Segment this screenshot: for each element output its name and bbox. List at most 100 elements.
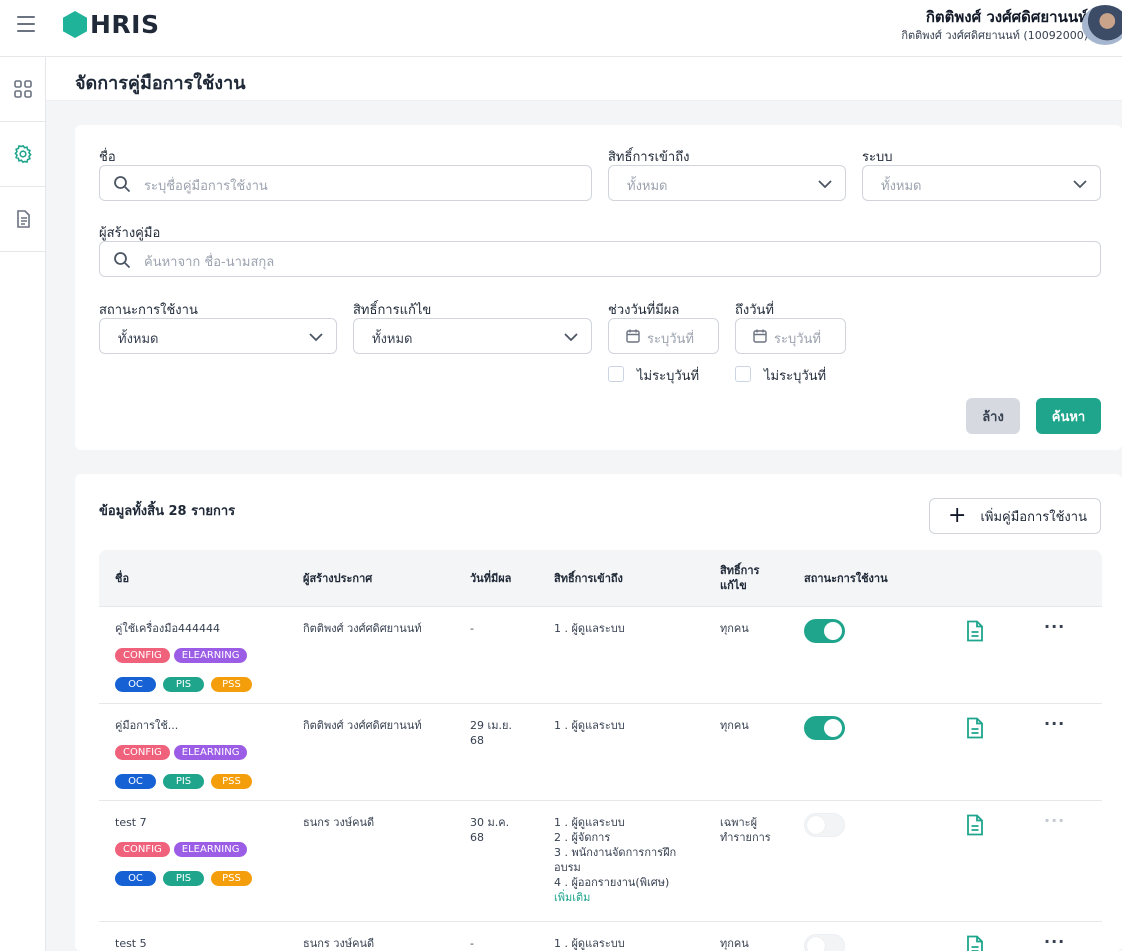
chevron-down-icon <box>1073 180 1087 189</box>
tag-pis: PIS <box>163 774 204 789</box>
row-creator: กิตติพงศ์ วงศ์ศดิศยานนท์ <box>303 719 422 732</box>
page-title: จัดการคู่มือการใช้งาน <box>75 73 246 94</box>
no-date-from-checkbox[interactable] <box>608 366 624 382</box>
date-to-input[interactable]: ระบุวันที่ <box>735 318 846 354</box>
table-row: test 7 CONFIG ELEARNING OC PIS PSS ธนกร วงษ… <box>99 801 1102 922</box>
more-options-icon[interactable]: ··· <box>1044 617 1065 636</box>
tag-elearning: ELEARNING <box>173 842 248 857</box>
sidebar <box>0 57 46 951</box>
filter-panel: ชื่อ ระบุชื่อคู่มือการใช้งาน สิทธิ์การเข… <box>75 125 1122 450</box>
status-toggle[interactable] <box>804 716 845 740</box>
user-info[interactable]: กิตติพงศ์ วงศ์ศดิศยานนท์ กิตติพงศ์ วงศ์ศ… <box>901 6 1088 44</box>
col-effective-date: วันที่มีผล <box>470 572 512 585</box>
grid-icon <box>14 80 32 98</box>
status-toggle[interactable] <box>804 619 845 643</box>
table-header: ชื่อ ผู้สร้างประกาศ วันที่มีผล สิทธิ์การ… <box>99 550 1102 607</box>
status-label: สถานะการใช้งาน <box>99 303 198 318</box>
row-name[interactable]: คู่ใช้เครื่องมือ444444 <box>115 621 220 636</box>
tag-pis: PIS <box>163 677 204 692</box>
no-date-from-label: ไม่ระบุวันที่ <box>637 369 700 384</box>
col-access: สิทธิ์การเข้าถึง <box>554 572 623 585</box>
table-row: คู่มือการใช้... CONFIG ELEARNING OC PIS PSS… <box>99 704 1102 801</box>
document-icon[interactable] <box>966 935 984 951</box>
edit-line1: ทุกคน <box>720 622 749 635</box>
more-options-icon[interactable]: ··· <box>1044 714 1065 733</box>
sidebar-item-settings[interactable] <box>0 122 46 187</box>
calendar-icon <box>753 329 767 343</box>
access-item: 1 . ผู้ดูแลระบบ <box>554 622 625 635</box>
access-value: ทั้งหมด <box>627 179 668 194</box>
edit-line1: ทุกคน <box>720 719 749 732</box>
plus-icon: + <box>948 503 967 528</box>
status-value: ทั้งหมด <box>118 332 159 347</box>
name-label: ชื่อ <box>99 150 116 165</box>
date-from-input[interactable]: ระบุวันที่ <box>608 318 719 354</box>
system-label: ระบบ <box>862 150 893 165</box>
edit-line1: เฉพาะผู้ <box>720 816 758 829</box>
col-edit-line2: แก้ไข <box>720 579 747 592</box>
chevron-down-icon <box>818 180 832 189</box>
col-edit-line1: สิทธิ์การ <box>720 564 760 577</box>
document-icon[interactable] <box>966 814 984 836</box>
date-line2: 68 <box>470 734 484 747</box>
row-name[interactable]: คู่มือการใช้... <box>115 718 178 733</box>
document-icon[interactable] <box>966 620 984 642</box>
user-sub: กิตติพงศ์ วงศ์ศดิศยานนท์ (10092000) <box>901 29 1088 42</box>
chevron-down-icon <box>564 333 578 342</box>
document-icon <box>17 210 30 228</box>
tag-oc: OC <box>115 774 156 789</box>
row-name[interactable]: test 7 <box>115 815 147 830</box>
more-options-icon[interactable]: ··· <box>1044 811 1065 830</box>
document-icon[interactable] <box>966 717 984 739</box>
system-select[interactable]: ทั้งหมด <box>862 165 1101 201</box>
row-name[interactable]: test 5 <box>115 936 147 951</box>
date-to-label: ถึงวันที่ <box>735 303 774 318</box>
tag-oc: OC <box>115 677 156 692</box>
sidebar-item-dashboard[interactable] <box>0 57 46 122</box>
hris-logo[interactable]: HRIS <box>63 10 159 39</box>
sidebar-item-documents[interactable] <box>0 187 46 252</box>
tag-oc: OC <box>115 871 156 886</box>
more-options-icon[interactable]: ··· <box>1044 932 1065 951</box>
system-tags: CONFIG ELEARNING OC PIS PSS <box>115 740 275 798</box>
status-toggle[interactable] <box>804 813 845 837</box>
top-bar: HRIS กิตติพงศ์ วงศ์ศดิศยานนท์ กิตติพงศ์ … <box>0 0 1122 57</box>
manuals-table-panel: ข้อมูลทั้งสิ้น 28 รายการ + เพิ่มคู่มือกา… <box>75 474 1122 951</box>
show-more-link[interactable]: เพิ่มเติม <box>554 890 676 905</box>
access-item: 4 . ผู้ออกรายงาน(พิเศษ) <box>554 876 670 889</box>
page-header: จัดการคู่มือการใช้งาน <box>46 57 1122 101</box>
clear-button[interactable]: ล้าง <box>966 398 1020 434</box>
creator-search-input[interactable]: ค้นหาจาก ชื่อ-นามสกุล <box>99 241 1101 277</box>
logo-hexagon-icon <box>63 11 87 38</box>
tag-elearning: ELEARNING <box>173 745 248 760</box>
tag-pss: PSS <box>211 677 252 692</box>
creator-label: ผู้สร้างคู่มือ <box>99 226 161 241</box>
logo-text: HRIS <box>90 10 160 39</box>
hamburger-menu-icon[interactable] <box>17 16 35 32</box>
col-status: สถานะการใช้งาน <box>804 572 888 585</box>
calendar-icon <box>626 329 640 343</box>
date-from-label: ช่วงวันที่มีผล <box>608 303 680 318</box>
row-access: 1 . ผู้ดูแลระบบ <box>554 718 625 733</box>
add-manual-button[interactable]: + เพิ่มคู่มือการใช้งาน <box>929 498 1101 534</box>
edit-permission-label: สิทธิ์การแก้ไข <box>353 303 432 318</box>
search-icon <box>114 252 131 269</box>
col-name: ชื่อ <box>115 572 130 585</box>
status-toggle[interactable] <box>804 934 845 951</box>
no-date-to-checkbox[interactable] <box>735 366 751 382</box>
system-tags: CONFIG ELEARNING OC PIS PSS <box>115 837 275 895</box>
status-select[interactable]: ทั้งหมด <box>99 318 337 354</box>
name-search-input[interactable]: ระบุชื่อคู่มือการใช้งาน <box>99 165 592 201</box>
col-edit-permission: สิทธิ์การ แก้ไข <box>720 563 759 593</box>
access-item: 1 . ผู้ดูแลระบบ <box>554 937 625 950</box>
avatar[interactable] <box>1082 5 1122 45</box>
table-row: คู่ใช้เครื่องมือ444444 CONFIG ELEARNING O… <box>99 607 1102 704</box>
edit-permission-select[interactable]: ทั้งหมด <box>353 318 592 354</box>
creator-placeholder: ค้นหาจาก ชื่อ-นามสกุล <box>144 255 275 270</box>
access-select[interactable]: ทั้งหมด <box>608 165 846 201</box>
no-date-to-label: ไม่ระบุวันที่ <box>764 369 827 384</box>
search-button[interactable]: ค้นหา <box>1036 398 1101 434</box>
row-access: 1 . ผู้ดูแลระบบ <box>554 621 625 636</box>
date-line1: 30 ม.ค. <box>470 816 510 829</box>
system-tags: CONFIG ELEARNING OC PIS PSS <box>115 643 275 701</box>
